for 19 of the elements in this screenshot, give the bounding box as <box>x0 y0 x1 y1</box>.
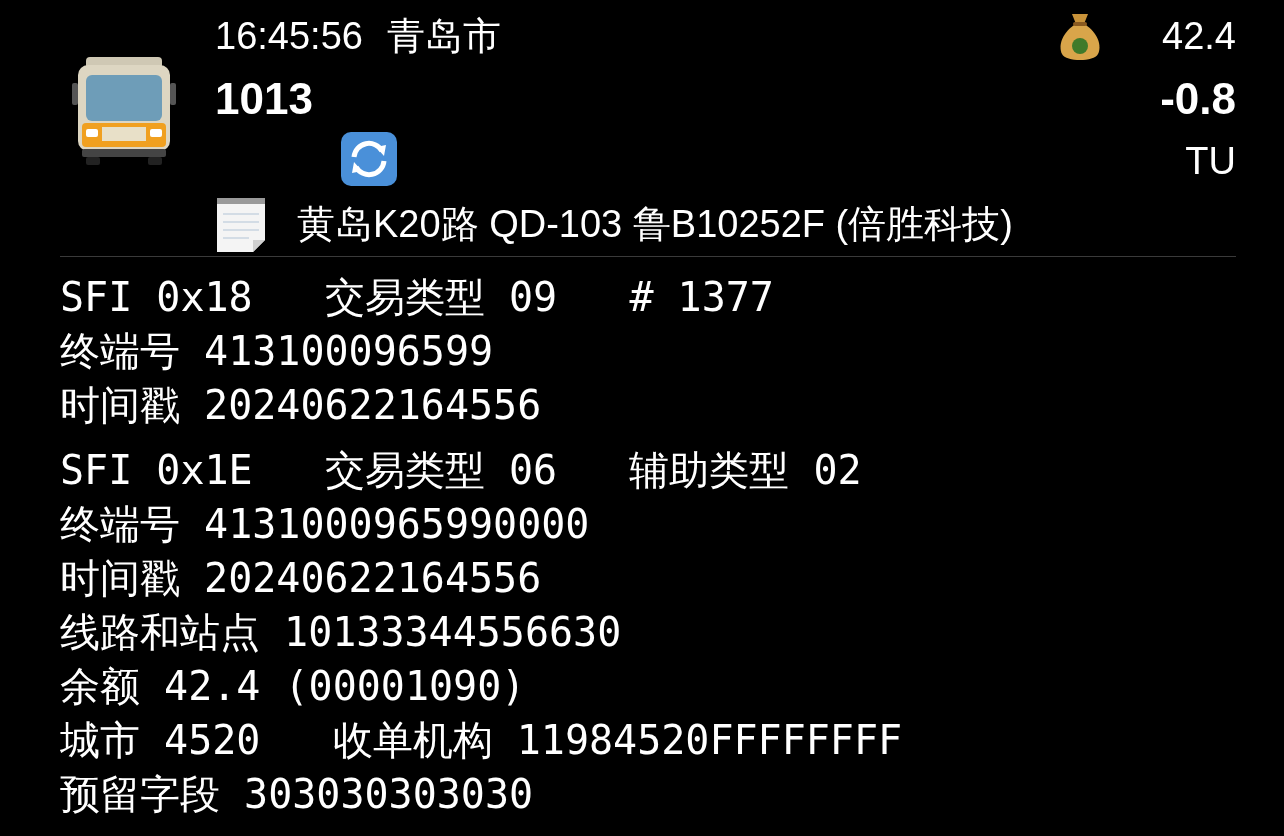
amount-text: -0.8 <box>1160 74 1236 124</box>
card-number-text: 1013 <box>215 74 313 124</box>
time-text: 16:45:56 <box>215 14 363 58</box>
record-line: 线路和站点 10133344556630 <box>60 608 623 657</box>
record-line: SFI 0x1E 交易类型 06 辅助类型 02 <box>60 446 863 495</box>
record-line: SFI 0x18 交易类型 09 # 1377 <box>60 273 775 322</box>
balance-text: 42.4 <box>1162 14 1236 58</box>
notepad-icon <box>215 196 267 252</box>
card-type-text: TU <box>1185 139 1236 183</box>
record-line: 城市 4520 收单机构 11984520FFFFFFFF <box>60 716 904 765</box>
record-line: 时间戳 20240622164556 <box>60 381 543 430</box>
refresh-icon <box>340 131 398 187</box>
record-line: 时间戳 20240622164556 <box>60 554 543 603</box>
record-line: 余额 42.4 (00001090) <box>60 662 527 711</box>
record-line: 预留字段 303030303030 <box>60 770 535 819</box>
route-text: 黄岛K20路 QD-103 鲁B10252F (倍胜科技) <box>297 201 1013 247</box>
record-line: 终端号 4131000965990000 <box>60 500 591 549</box>
record-line: 终端号 413100096599 <box>60 327 495 376</box>
city-text: 青岛市 <box>386 13 501 59</box>
